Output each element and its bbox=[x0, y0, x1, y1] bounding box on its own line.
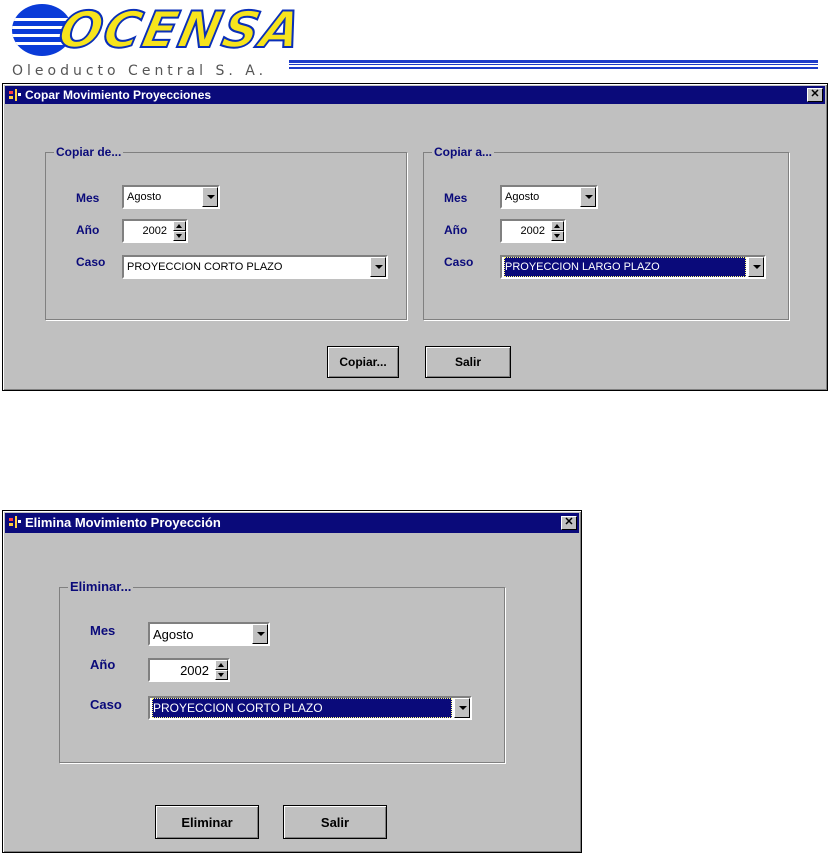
caso-label: Caso bbox=[76, 255, 106, 269]
mes-label: Mes bbox=[76, 191, 100, 205]
copy-to-group-label: Copiar a... bbox=[432, 145, 495, 159]
from-anio-value: 2002 bbox=[142, 225, 167, 237]
copy-dialog: Copar Movimiento Proyecciones ✕ Copiar d… bbox=[2, 83, 828, 391]
spin-down-icon[interactable] bbox=[551, 231, 564, 241]
spin-up-icon[interactable] bbox=[173, 221, 186, 231]
delete-button[interactable]: Eliminar bbox=[155, 805, 259, 839]
to-anio-spinner[interactable]: 2002 bbox=[500, 219, 566, 243]
to-caso-value: PROYECCION LARGO PLAZO bbox=[504, 257, 746, 277]
delete-caso-value: PROYECCION CORTO PLAZO bbox=[152, 698, 452, 718]
to-mes-select[interactable]: Agosto bbox=[500, 185, 598, 209]
copy-from-group-label: Copiar de... bbox=[54, 145, 124, 159]
chevron-down-icon[interactable] bbox=[748, 257, 764, 277]
chevron-down-icon[interactable] bbox=[370, 257, 386, 277]
to-mes-value: Agosto bbox=[505, 191, 540, 203]
anio-label: Año bbox=[76, 223, 100, 237]
copy-from-group: Copiar de... Mes Agosto Año 2002 Caso PR… bbox=[45, 145, 407, 320]
from-mes-select[interactable]: Agosto bbox=[122, 185, 220, 209]
to-caso-select[interactable]: PROYECCION LARGO PLAZO bbox=[500, 255, 766, 279]
close-button[interactable]: ✕ bbox=[561, 516, 577, 530]
chevron-down-icon[interactable] bbox=[202, 187, 218, 207]
anio-label: Año bbox=[90, 657, 116, 672]
delete-dialog-title: Elimina Movimiento Proyección bbox=[25, 515, 221, 530]
chevron-down-icon[interactable] bbox=[454, 698, 470, 718]
spin-down-icon[interactable] bbox=[173, 231, 186, 241]
from-caso-select[interactable]: PROYECCION CORTO PLAZO bbox=[122, 255, 388, 279]
logo-rule-bottom bbox=[289, 67, 818, 69]
logo-rule bbox=[289, 60, 818, 63]
logo-rule-thin bbox=[289, 64, 818, 65]
exit-button[interactable]: Salir bbox=[283, 805, 387, 839]
logo-wordmark: OCENSA bbox=[53, 0, 309, 60]
chevron-down-icon[interactable] bbox=[580, 187, 596, 207]
chevron-down-icon[interactable] bbox=[252, 624, 268, 644]
ocensa-logo: OCENSA Oleoducto Central S. A. bbox=[8, 0, 828, 82]
app-icon bbox=[9, 516, 21, 528]
delete-dialog: Elimina Movimiento Proyección ✕ Eliminar… bbox=[2, 510, 582, 853]
caso-label: Caso bbox=[90, 697, 122, 712]
anio-label: Año bbox=[444, 223, 468, 237]
to-anio-value: 2002 bbox=[520, 225, 545, 237]
close-icon: ✕ bbox=[810, 88, 820, 100]
exit-button[interactable]: Salir bbox=[425, 346, 511, 378]
mes-label: Mes bbox=[90, 623, 116, 638]
from-anio-spinner[interactable]: 2002 bbox=[122, 219, 188, 243]
delete-group-label: Eliminar... bbox=[68, 579, 134, 594]
close-icon: ✕ bbox=[564, 516, 574, 528]
app-icon bbox=[9, 89, 21, 101]
delete-mes-value: Agosto bbox=[153, 626, 194, 642]
delete-mes-select[interactable]: Agosto bbox=[148, 622, 270, 646]
from-mes-value: Agosto bbox=[127, 191, 162, 203]
logo-subtitle: Oleoducto Central S. A. bbox=[12, 63, 268, 79]
spin-down-icon[interactable] bbox=[215, 670, 228, 680]
close-button[interactable]: ✕ bbox=[807, 88, 823, 102]
delete-anio-spinner[interactable]: 2002 bbox=[148, 658, 230, 682]
mes-label: Mes bbox=[444, 191, 468, 205]
spin-up-icon[interactable] bbox=[551, 221, 564, 231]
copy-to-group: Copiar a... Mes Agosto Año 2002 Caso PRO… bbox=[423, 145, 789, 320]
copy-button[interactable]: Copiar... bbox=[327, 346, 399, 378]
delete-anio-value: 2002 bbox=[180, 662, 209, 678]
copy-dialog-title: Copar Movimiento Proyecciones bbox=[25, 88, 212, 102]
copy-dialog-titlebar[interactable]: Copar Movimiento Proyecciones ✕ bbox=[5, 86, 825, 104]
delete-group: Eliminar... Mes Agosto Año 2002 Caso PRO… bbox=[59, 580, 505, 763]
delete-dialog-titlebar[interactable]: Elimina Movimiento Proyección ✕ bbox=[5, 513, 579, 533]
from-caso-value: PROYECCION CORTO PLAZO bbox=[127, 261, 283, 273]
spin-up-icon[interactable] bbox=[215, 660, 228, 670]
caso-label: Caso bbox=[444, 255, 474, 269]
delete-caso-select[interactable]: PROYECCION CORTO PLAZO bbox=[148, 696, 472, 720]
